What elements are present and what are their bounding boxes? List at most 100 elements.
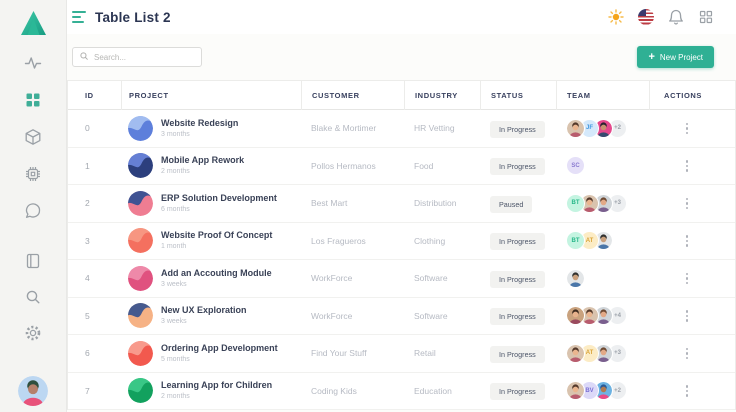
project-icon: [128, 191, 153, 216]
project-icon: [128, 266, 153, 291]
status-badge: In Progress: [490, 308, 545, 325]
project-name: Website Redesign: [161, 119, 238, 129]
projects-table: IDPROJECTCUSTOMERINDUSTRYSTATUSTEAMACTIO…: [67, 80, 736, 410]
cell-team: +4: [556, 306, 649, 325]
cell-project: New UX Exploration3 weeks: [121, 303, 301, 328]
cell-project: Learning App for Children 2 months: [121, 378, 301, 403]
sidebar-nav: [24, 54, 42, 220]
cell-status: In Progress: [480, 156, 556, 175]
column-header-customer: CUSTOMER: [301, 81, 404, 110]
cell-actions: [649, 307, 735, 325]
project-duration: 3 weeks: [161, 318, 247, 325]
row-actions-menu-icon[interactable]: [683, 120, 692, 138]
sidebar: [0, 0, 67, 412]
table-header-row: IDPROJECTCUSTOMERINDUSTRYSTATUSTEAMACTIO…: [68, 81, 735, 110]
status-badge: In Progress: [490, 121, 545, 138]
status-badge: In Progress: [490, 346, 545, 363]
page-title: Table List 2: [95, 10, 171, 25]
cell-id: 4: [68, 273, 121, 283]
cell-industry: Education: [404, 386, 480, 396]
project-icon: [128, 116, 153, 141]
sidebar-item-chat[interactable]: [24, 202, 42, 220]
project-name: Mobile App Rework: [161, 156, 244, 166]
table-row: 6Ordering App Development5 monthsFind Yo…: [68, 335, 735, 373]
table-body: 0Website Redesign3 monthsBlake & Mortime…: [68, 110, 735, 410]
row-actions-menu-icon[interactable]: [683, 157, 692, 175]
status-badge: Paused: [490, 196, 532, 213]
cell-industry: Retail: [404, 348, 480, 358]
cell-customer: Pollos Hermanos: [301, 161, 404, 171]
sidebar-item-notebook[interactable]: [24, 252, 42, 270]
cell-project: Ordering App Development5 months: [121, 341, 301, 366]
row-actions-menu-icon[interactable]: [683, 345, 692, 363]
row-actions-menu-icon[interactable]: [683, 195, 692, 213]
cell-project: Mobile App Rework2 months: [121, 153, 301, 178]
cell-actions: [649, 195, 735, 213]
sidebar-item-box[interactable]: [24, 128, 42, 146]
status-badge: In Progress: [490, 158, 545, 175]
cell-status: In Progress: [480, 381, 556, 400]
language-flag-us[interactable]: [638, 9, 654, 25]
main-area: Table List 2 + New Project IDPROJE: [67, 0, 736, 412]
cell-customer: Coding Kids: [301, 386, 404, 396]
project-name: Website Proof Of Concept: [161, 231, 272, 241]
table-row: 7Learning App for Children2 monthsCoding…: [68, 373, 735, 411]
table-row: 5New UX Exploration3 weeksWorkForceSoftw…: [68, 298, 735, 336]
cell-id: 0: [68, 123, 121, 133]
table-row: 0Website Redesign3 monthsBlake & Mortime…: [68, 110, 735, 148]
column-header-industry: INDUSTRY: [404, 81, 480, 110]
column-header-status: STATUS: [480, 81, 556, 110]
cell-id: 2: [68, 198, 121, 208]
cell-customer: WorkForce: [301, 273, 404, 283]
new-project-button[interactable]: + New Project: [637, 46, 714, 68]
sidebar-item-search[interactable]: [24, 288, 42, 306]
notifications-bell-icon[interactable]: [668, 9, 684, 25]
project-duration: 6 months: [161, 206, 277, 213]
team-avatar-photo: [566, 344, 585, 363]
team-avatar-photo: [566, 269, 585, 288]
cell-customer: WorkForce: [301, 311, 404, 321]
project-icon: [128, 228, 153, 253]
project-name: Add an Accouting Module: [161, 269, 272, 279]
row-actions-menu-icon[interactable]: [683, 232, 692, 250]
cell-status: Paused: [480, 194, 556, 213]
row-actions-menu-icon[interactable]: [683, 270, 692, 288]
team-avatar-photo: [566, 119, 585, 138]
cell-customer: Blake & Mortimer: [301, 123, 404, 133]
cell-industry: Software: [404, 311, 480, 321]
cell-project: ERP Solution Development 6 months: [121, 191, 301, 216]
project-name: ERP Solution Development: [161, 194, 277, 204]
cell-industry: Clothing: [404, 236, 480, 246]
status-badge: In Progress: [490, 383, 545, 400]
sidebar-footer: [18, 252, 48, 406]
cell-project: Add an Accouting Module3 weeks: [121, 266, 301, 291]
row-actions-menu-icon[interactable]: [683, 307, 692, 325]
search-input[interactable]: [94, 53, 204, 62]
cell-industry: Distribution: [404, 198, 480, 208]
app-logo-triangle-icon[interactable]: [20, 10, 47, 36]
apps-grid-icon[interactable]: [698, 9, 714, 25]
toolbar: + New Project: [67, 34, 736, 68]
sidebar-item-dashboard[interactable]: [24, 91, 42, 109]
project-icon: [128, 153, 153, 178]
search-box: [72, 47, 202, 67]
cell-team: BV+2: [556, 381, 649, 400]
team-avatar-initials: BT: [566, 194, 585, 213]
cell-industry: Food: [404, 161, 480, 171]
row-actions-menu-icon[interactable]: [683, 382, 692, 400]
project-duration: 2 months: [161, 393, 272, 400]
sidebar-item-chip[interactable]: [24, 165, 42, 183]
cell-team: SC: [556, 156, 649, 175]
user-avatar[interactable]: [18, 376, 48, 406]
cell-industry: HR Vetting: [404, 123, 480, 133]
cell-customer: Best Mart: [301, 198, 404, 208]
project-name: Learning App for Children: [161, 381, 272, 391]
theme-sun-icon[interactable]: [608, 9, 624, 25]
cell-customer: Find Your Stuff: [301, 348, 404, 358]
sidebar-item-settings[interactable]: [24, 324, 42, 342]
project-duration: 1 month: [161, 243, 272, 250]
menu-hamburger-icon[interactable]: [72, 11, 87, 23]
column-header-project: PROJECT: [121, 81, 301, 110]
table-row: 4Add an Accouting Module3 weeksWorkForce…: [68, 260, 735, 298]
sidebar-item-activity[interactable]: [24, 54, 42, 72]
